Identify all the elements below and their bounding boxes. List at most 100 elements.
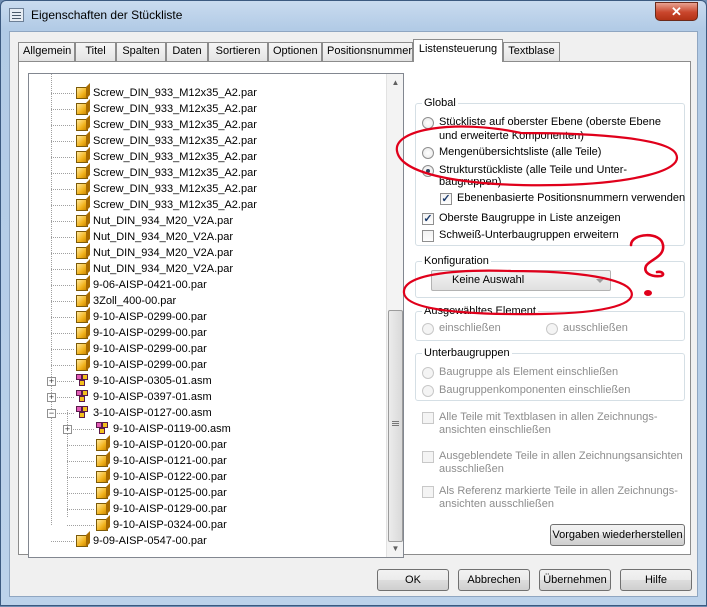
tree-row-label: Screw_DIN_933_M12x35_A2.par — [93, 151, 257, 163]
checkbox-exclude-reference-indicator[interactable] — [422, 486, 434, 498]
tree-connector — [51, 109, 74, 110]
apply-button[interactable]: Übernehmen — [539, 569, 611, 591]
tree-row-label: Screw_DIN_933_M12x35_A2.par — [93, 87, 257, 99]
close-button[interactable]: ✕ — [655, 2, 698, 21]
checkbox-weldment-label: Schweiß-Unterbaugruppen erweitern — [439, 229, 619, 241]
dialog-client-area: Allgemein Titel Spalten Daten Sortieren … — [9, 31, 698, 597]
radio-top-level-label-line1: Stückliste auf oberster Ebene (oberste E… — [439, 116, 661, 128]
part-icon — [76, 199, 88, 211]
checkbox-top-assembly-indicator[interactable]: ✓ — [422, 213, 434, 225]
tree-connector — [67, 509, 94, 510]
checkbox-level-based-label: Ebenenbasierte Positionsnummern verwende… — [457, 192, 686, 204]
radio-structure-indicator[interactable] — [422, 165, 434, 177]
tree-row-label: 9-10-AISP-0121-00.par — [113, 455, 227, 467]
checkbox-exclude-hidden-indicator[interactable] — [422, 451, 434, 463]
tree-row-label: 9-10-AISP-0125-00.par — [113, 487, 227, 499]
group-subassemblies: Unterbaugruppen Baugruppe als Element ei… — [415, 347, 685, 401]
tab-spalten[interactable]: Spalten — [116, 42, 166, 61]
tab-daten[interactable]: Daten — [166, 42, 208, 61]
tree-row-label: Screw_DIN_933_M12x35_A2.par — [93, 183, 257, 195]
restore-defaults-button[interactable]: Vorgaben wiederherstellen — [550, 524, 685, 546]
tree-row-label: 9-10-AISP-0305-01.asm — [93, 375, 212, 387]
tree-connector — [51, 349, 74, 350]
tree-connector — [51, 205, 74, 206]
tree-connector — [67, 445, 94, 446]
tree-connector — [51, 301, 74, 302]
tab-optionen[interactable]: Optionen — [268, 42, 322, 61]
tree-row-label: Screw_DIN_933_M12x35_A2.par — [93, 167, 257, 179]
tree-row-label: 9-10-AISP-0397-01.asm — [93, 391, 212, 403]
radio-assembly-components-indicator[interactable] — [422, 385, 434, 397]
tree-connector — [51, 189, 74, 190]
tab-titel[interactable]: Titel — [75, 42, 116, 61]
radio-quantity-indicator[interactable] — [422, 147, 434, 159]
tab-positionsnummer[interactable]: Positionsnummer — [322, 42, 413, 61]
part-icon — [76, 167, 88, 179]
expand-plus-icon[interactable]: + — [63, 425, 72, 434]
tree-connector — [51, 93, 74, 94]
scroll-down-arrow-icon[interactable]: ▼ — [388, 541, 403, 556]
ok-button[interactable]: OK — [377, 569, 449, 591]
tree-connector — [51, 541, 74, 542]
checkbox-weldment-indicator[interactable] — [422, 230, 434, 242]
tree-row-label: 9-10-AISP-0299-00.par — [93, 311, 207, 323]
part-icon — [76, 263, 88, 275]
collapse-minus-icon[interactable]: − — [47, 409, 56, 418]
configuration-dropdown[interactable]: Keine Auswahl — [431, 270, 611, 291]
radio-exclude-label: ausschließen — [563, 322, 628, 334]
help-button[interactable]: Hilfe — [620, 569, 692, 591]
group-global-title: Global — [422, 97, 458, 109]
assembly-tree[interactable]: Screw_DIN_933_M12x35_A2.par Screw_DIN_933… — [28, 73, 404, 558]
tree-row-label: 3Zoll_400-00.par — [93, 295, 177, 307]
part-icon — [76, 87, 88, 99]
group-configuration-title: Konfiguration — [422, 255, 491, 267]
tree-connector — [51, 237, 74, 238]
tree-row-label: Nut_DIN_934_M20_V2A.par — [93, 247, 234, 259]
tree-row-label: 9-10-AISP-0299-00.par — [93, 343, 207, 355]
group-global: Global Stückliste auf oberster Ebene (ob… — [415, 97, 686, 246]
part-icon — [76, 535, 88, 547]
part-icon — [76, 183, 88, 195]
radio-include-indicator[interactable] — [422, 323, 434, 335]
expand-plus-icon[interactable]: + — [47, 393, 56, 402]
tree-row-label: 9-10-AISP-0119-00.asm — [113, 423, 231, 435]
tree-row-label: 3-10-AISP-0127-00.asm — [93, 407, 212, 419]
scroll-up-arrow-icon[interactable]: ▲ — [388, 75, 403, 90]
radio-top-level-indicator[interactable] — [422, 117, 434, 129]
tree-row-label: Screw_DIN_933_M12x35_A2.par — [93, 103, 257, 115]
tab-sortieren[interactable]: Sortieren — [208, 42, 268, 61]
tab-textblase[interactable]: Textblase — [503, 42, 560, 61]
group-subassemblies-title: Unterbaugruppen — [422, 347, 512, 359]
tree-row-label: 9-10-AISP-0299-00.par — [93, 327, 207, 339]
part-icon — [76, 311, 88, 323]
radio-top-level-label-line2: und erweiterte Komponenten) — [439, 130, 584, 142]
tree-vertical-scrollbar[interactable]: ▲ ▼ — [386, 74, 403, 557]
title-bar[interactable]: Eigenschaften der Stückliste ✕ — [1, 1, 706, 29]
tree-connector — [67, 525, 94, 526]
tree-connector — [51, 125, 74, 126]
expand-plus-icon[interactable]: + — [47, 377, 56, 386]
part-icon — [76, 327, 88, 339]
tab-allgemein[interactable]: Allgemein — [18, 42, 75, 61]
tree-row-label: Screw_DIN_933_M12x35_A2.par — [93, 135, 257, 147]
checkbox-level-based-indicator[interactable]: ✓ — [440, 193, 452, 205]
cancel-button[interactable]: Abbrechen — [458, 569, 530, 591]
tab-listensteuerung[interactable]: Listensteuerung — [413, 39, 503, 62]
tree-row-label: Screw_DIN_933_M12x35_A2.par — [93, 119, 257, 131]
radio-assembly-as-element-label: Baugruppe als Element einschließen — [439, 366, 619, 378]
checkbox-include-textblase-indicator[interactable] — [422, 412, 434, 424]
part-icon — [96, 519, 108, 531]
tree-connector — [51, 333, 74, 334]
tree-connector — [51, 285, 74, 286]
part-icon — [96, 487, 108, 499]
tree-row-label: Nut_DIN_934_M20_V2A.par — [93, 215, 234, 227]
tree-connector — [67, 477, 94, 478]
group-selected-element-title: Ausgewähltes Element — [422, 305, 538, 317]
scrollbar-thumb[interactable] — [388, 310, 403, 542]
assembly-icon — [76, 406, 89, 419]
tab-panel-listensteuerung: Screw_DIN_933_M12x35_A2.par Screw_DIN_933… — [18, 61, 691, 558]
radio-assembly-as-element-indicator[interactable] — [422, 367, 434, 379]
radio-exclude-indicator[interactable] — [546, 323, 558, 335]
chevron-down-icon — [596, 279, 604, 283]
checkbox-exclude-hidden-label-line2: ausschließen — [439, 463, 504, 475]
